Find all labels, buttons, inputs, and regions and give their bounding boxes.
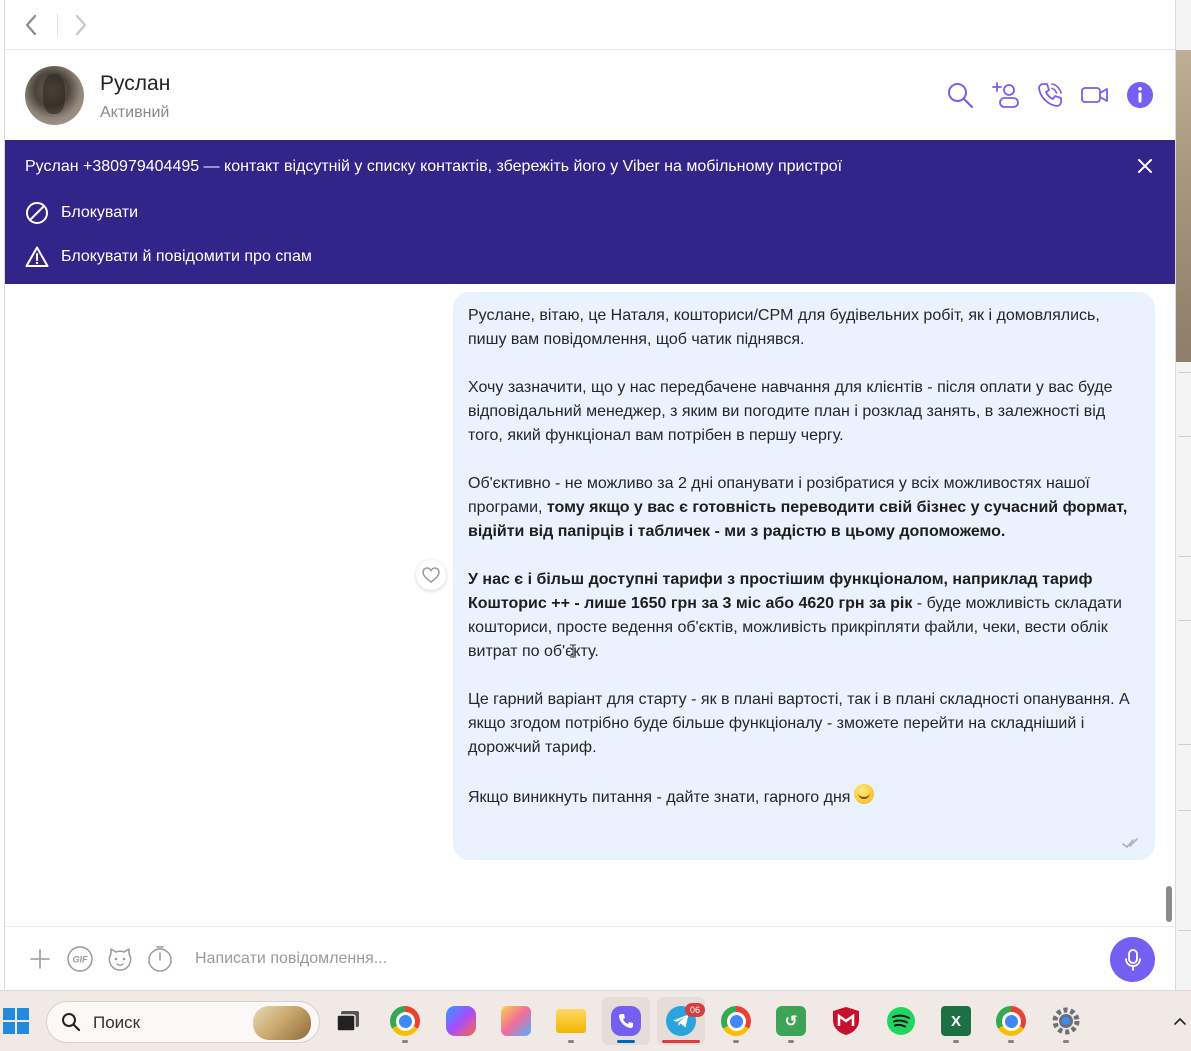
message-bubble[interactable]: Руслане, вітаю, це Наталя, кошториси/CPM…	[453, 292, 1155, 860]
smiling-face-emoji	[854, 784, 875, 804]
spotify-icon[interactable]	[877, 997, 925, 1045]
divider	[1178, 372, 1191, 373]
text-cursor-icon	[569, 644, 577, 658]
microphone-icon[interactable]	[1110, 937, 1155, 982]
avatar[interactable]	[25, 66, 84, 125]
divider	[1178, 620, 1191, 621]
message-paragraph: Хочу зазначити, що у нас передбачене нав…	[468, 379, 1113, 444]
chrome-profile-icon[interactable]	[712, 997, 760, 1045]
viber-icon[interactable]	[602, 997, 650, 1045]
search-highlight-image	[253, 1006, 311, 1040]
divider	[1178, 810, 1191, 811]
delivered-check-icon	[1121, 834, 1139, 849]
block-button[interactable]: Блокувати	[25, 200, 138, 226]
viber-window: Руслан Активний Руслан +380979404495 — к…	[0, 0, 1191, 1051]
chevron-right-icon[interactable]	[68, 12, 94, 38]
divider	[1178, 744, 1191, 745]
block-report-spam-button[interactable]: Блокувати й повідомити про спам	[25, 244, 312, 270]
phone-icon[interactable]	[1035, 80, 1065, 110]
unread-badge: 06	[685, 1003, 705, 1017]
search-label: Поиск	[93, 1013, 141, 1032]
chrome-icon[interactable]	[381, 997, 429, 1045]
info-icon[interactable]	[1125, 80, 1155, 110]
divider	[1178, 930, 1191, 931]
copilot-icon[interactable]	[437, 997, 485, 1045]
windows-start-icon[interactable]	[0, 997, 40, 1045]
block-label: Блокувати	[61, 204, 139, 221]
search-icon[interactable]	[945, 80, 975, 110]
chrome-profile-2-icon[interactable]	[987, 997, 1035, 1045]
message-bold-text: тому якщо у вас є готовність переводити …	[468, 499, 1128, 540]
chevron-left-icon[interactable]	[18, 12, 44, 38]
paint-icon[interactable]	[492, 997, 540, 1045]
video-icon[interactable]	[1080, 80, 1110, 110]
nav-divider	[57, 14, 58, 36]
svg-text:GIF: GIF	[73, 955, 89, 965]
sticker-icon[interactable]	[105, 944, 135, 974]
message-list[interactable]: Руслане, вітаю, це Наталя, кошториси/CPM…	[5, 284, 1175, 926]
chat-header: Руслан Активний	[5, 50, 1175, 140]
search-icon	[62, 1013, 81, 1032]
block-report-label: Блокувати й повідомити про спам	[61, 248, 312, 265]
gif-icon[interactable]: GIF	[65, 944, 95, 974]
excel-icon[interactable]: X	[932, 997, 980, 1045]
message-paragraph: Об'єктивно - не можливо за 2 дні опанува…	[468, 472, 1139, 544]
banner-message: Руслан +380979404495 — контакт відсутній…	[25, 158, 843, 175]
close-icon[interactable]	[1133, 154, 1157, 178]
message-paragraph: Руслане, вітаю, це Наталя, кошториси/CPM…	[468, 307, 1100, 348]
unknown-contact-banner: Руслан +380979404495 — контакт відсутній…	[5, 140, 1175, 284]
message-paragraph: Якщо виникнуть питання - дайте знати, га…	[468, 784, 1139, 810]
chevron-up-icon[interactable]	[1172, 1011, 1188, 1031]
mcafee-icon[interactable]	[822, 997, 870, 1045]
timer-icon[interactable]	[145, 944, 175, 974]
file-explorer-icon[interactable]	[547, 997, 595, 1045]
contact-status: Активний	[100, 104, 170, 121]
warning-icon	[25, 246, 49, 267]
block-icon	[26, 202, 48, 224]
telegram-icon[interactable]: 06	[657, 997, 705, 1045]
message-input[interactable]	[195, 944, 1075, 974]
windows-taskbar: Поиск 06 ↺ X	[0, 990, 1191, 1051]
task-view-icon[interactable]	[324, 997, 372, 1045]
scrollbar-thumb[interactable]	[1166, 886, 1172, 922]
taskbar-search[interactable]: Поиск	[46, 1001, 320, 1043]
contact-name[interactable]: Руслан	[100, 72, 170, 96]
background-window-strip	[1175, 0, 1191, 990]
message-composer: GIF	[5, 926, 1175, 990]
divider	[1178, 436, 1191, 437]
plus-icon[interactable]	[25, 944, 55, 974]
divider	[1178, 556, 1191, 557]
background-photo	[1176, 50, 1191, 362]
message-text: Якщо виникнуть питання - дайте знати, га…	[468, 789, 851, 806]
heart-icon[interactable]	[416, 560, 446, 590]
settings-icon[interactable]	[1042, 997, 1090, 1045]
navigation-bar	[5, 0, 1175, 50]
message-paragraph: Це гарний варіант для старту - як в план…	[468, 691, 1130, 756]
green-app-icon[interactable]: ↺	[767, 997, 815, 1045]
add-participant-icon[interactable]	[990, 80, 1020, 110]
